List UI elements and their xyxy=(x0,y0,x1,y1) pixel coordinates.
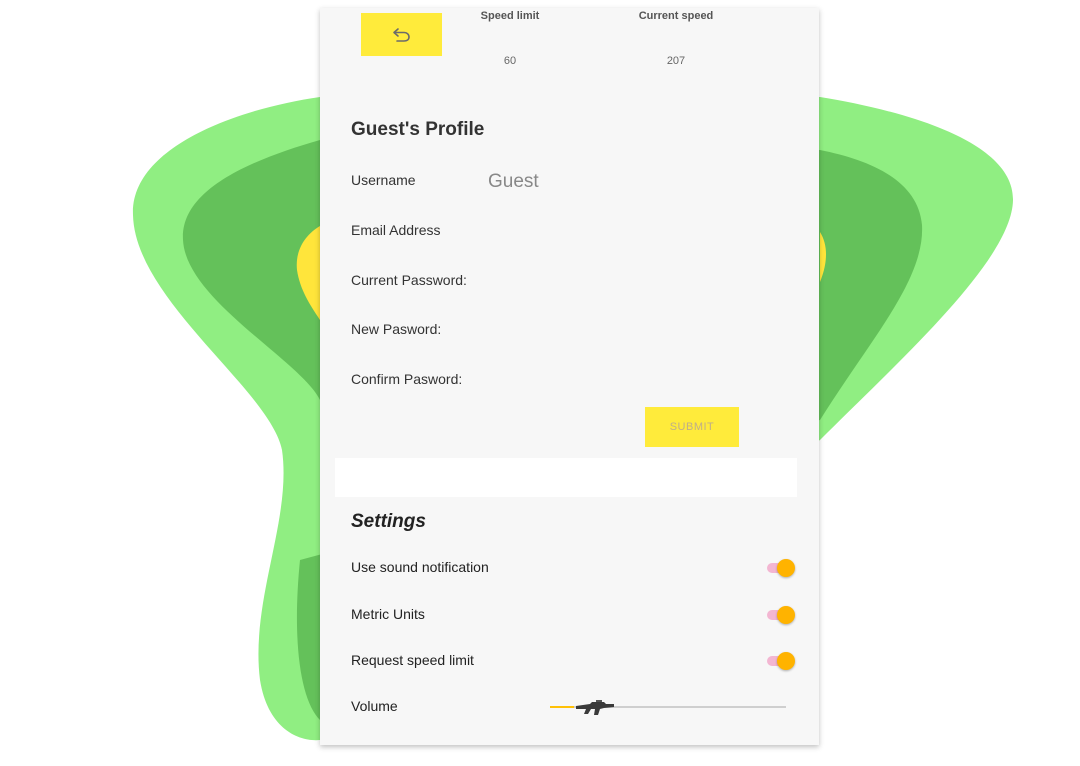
current-password-field[interactable] xyxy=(484,270,788,294)
confirm-password-row: Confirm Pasword: xyxy=(351,369,791,393)
request-speed-limit-label: Request speed limit xyxy=(351,652,474,668)
metric-units-row: Metric Units xyxy=(351,603,797,627)
email-field[interactable] xyxy=(484,220,788,244)
section-divider-card xyxy=(335,458,797,497)
settings-title: Settings xyxy=(351,511,426,532)
metric-units-label: Metric Units xyxy=(351,606,425,622)
new-password-row: New Pasword: xyxy=(351,319,791,343)
new-password-field[interactable] xyxy=(484,319,788,343)
current-speed-label: Current speed xyxy=(638,10,714,22)
current-speed-value: 207 xyxy=(666,55,686,67)
username-row: Username xyxy=(351,170,791,194)
username-field[interactable] xyxy=(484,170,788,194)
confirm-password-label: Confirm Pasword: xyxy=(351,371,463,387)
speed-limit-value: 60 xyxy=(503,55,517,67)
rifle-icon[interactable] xyxy=(574,697,616,719)
current-password-label: Current Password: xyxy=(351,272,467,288)
app-screen: Speed limit 60 Current speed 207 Guest's… xyxy=(320,8,819,745)
current-password-row: Current Password: xyxy=(351,270,791,294)
toggle-thumb xyxy=(777,559,795,577)
sound-notification-label: Use sound notification xyxy=(351,559,489,575)
submit-button[interactable]: SUBMIT xyxy=(645,407,739,447)
confirm-password-field[interactable] xyxy=(484,369,788,393)
app-stage: Speed limit 60 Current speed 207 Guest's… xyxy=(0,0,1080,766)
email-label: Email Address xyxy=(351,222,441,238)
metric-units-toggle[interactable] xyxy=(767,605,797,625)
back-button[interactable] xyxy=(361,13,442,56)
volume-label: Volume xyxy=(351,698,398,714)
slider-fill xyxy=(550,706,574,708)
profile-title: Guest's Profile xyxy=(351,119,485,140)
email-row: Email Address xyxy=(351,220,791,244)
volume-slider[interactable] xyxy=(550,695,786,719)
sound-notification-toggle[interactable] xyxy=(767,558,797,578)
undo-arrow-icon xyxy=(392,27,410,42)
toggle-thumb xyxy=(777,652,795,670)
toggle-thumb xyxy=(777,606,795,624)
sound-notification-row: Use sound notification xyxy=(351,556,797,580)
request-speed-limit-row: Request speed limit xyxy=(351,649,797,673)
new-password-label: New Pasword: xyxy=(351,321,442,337)
speed-limit-label: Speed limit xyxy=(480,10,540,22)
volume-row: Volume xyxy=(351,695,797,719)
request-speed-limit-toggle[interactable] xyxy=(767,651,797,671)
username-label: Username xyxy=(351,172,416,188)
